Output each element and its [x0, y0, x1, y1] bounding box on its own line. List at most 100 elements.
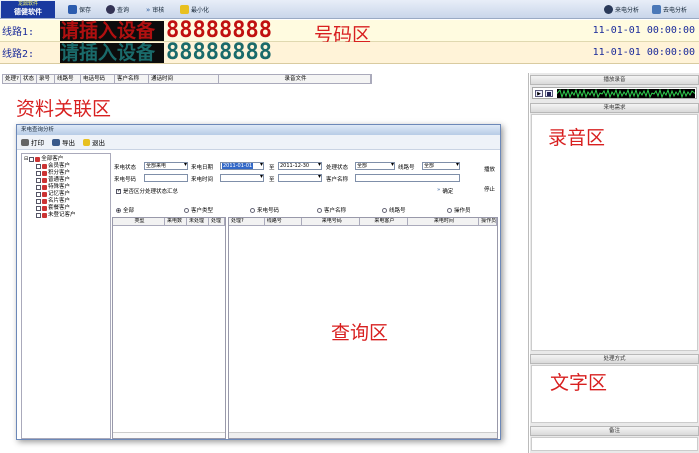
logo-line1: 龙鼎软件: [17, 1, 38, 7]
incoming-status-select[interactable]: 全部来电: [144, 162, 188, 170]
col-count[interactable]: 来电数: [165, 218, 187, 225]
minimize-button[interactable]: 最小化: [180, 4, 209, 15]
col-recording-file[interactable]: 录音文件: [219, 75, 371, 83]
col-phone[interactable]: 电话号码: [81, 75, 115, 83]
app-logo: 龙鼎软件 德健软件: [1, 1, 55, 18]
tree-item-package[interactable]: 套餐客户: [36, 205, 70, 212]
radio-customer-name[interactable]: 客户名称: [317, 206, 346, 214]
export-button[interactable]: 导出: [52, 137, 75, 147]
date-to-select[interactable]: 2011-12-30: [278, 162, 322, 170]
handle-status-select[interactable]: 全部: [355, 162, 395, 170]
outgoing-analysis-button[interactable]: 去电分析: [652, 4, 687, 15]
col-unhandled[interactable]: 未处理: [187, 218, 209, 225]
col-line-no[interactable]: 线路号: [55, 75, 81, 83]
col-detail-phone[interactable]: 来电号码: [302, 218, 361, 225]
line-1-digits: 88888888: [166, 17, 272, 43]
col-handled[interactable]: 处理?: [3, 75, 21, 83]
handling-header: 处理方式: [530, 354, 699, 364]
tree-item-points[interactable]: 积分客户: [36, 170, 70, 177]
incoming-date-label: 来电日期: [191, 165, 214, 171]
collapse-icon: ⊟: [24, 156, 29, 162]
tree-item-unregistered[interactable]: 未登记客户: [36, 212, 76, 219]
radio-customer-type[interactable]: 客户类型: [184, 206, 213, 214]
incoming-request-text[interactable]: 录音区: [531, 114, 698, 351]
col-detail-customer[interactable]: 来电客户: [360, 218, 408, 225]
radio-operator[interactable]: 操作员: [447, 206, 471, 214]
stop-recording-button[interactable]: 停止: [484, 185, 495, 193]
tree-item-special[interactable]: 特殊客户: [36, 184, 70, 191]
checkbox-icon: [36, 199, 41, 204]
checkbox-icon: [36, 192, 41, 197]
col-detail-line[interactable]: 线路号: [265, 218, 303, 225]
col-detail-operator[interactable]: 操作员: [479, 218, 497, 225]
col-call-time[interactable]: 通话时间: [149, 75, 219, 83]
user-icon: [604, 5, 613, 14]
play-recording-button[interactable]: 播放: [484, 165, 495, 173]
remark-text[interactable]: [531, 437, 698, 451]
summary-table: 类型 来电数 未处理 处理: [112, 217, 226, 439]
exit-icon: [83, 138, 90, 146]
incoming-request-header: 来电需求: [530, 103, 699, 113]
col-handled-count[interactable]: 处理: [209, 218, 225, 225]
summary-table-header: 类型 来电数 未处理 处理: [113, 218, 225, 226]
col-status[interactable]: 状态: [21, 75, 37, 83]
customer-icon: [42, 206, 47, 211]
player-bar: ▶: [532, 87, 697, 99]
exit-button[interactable]: 退出: [83, 137, 105, 147]
data-zone-label: 资料关联区: [16, 98, 112, 120]
checkbox-icon: [36, 213, 41, 218]
customer-icon: [42, 213, 47, 218]
horizontal-scrollbar[interactable]: [229, 432, 497, 438]
col-type[interactable]: 类型: [113, 218, 165, 225]
customer-icon: [42, 199, 47, 204]
detail-table-header: 处理? 线路号 来电号码 来电客户 来电时间 操作员: [229, 218, 497, 226]
incoming-analysis-button[interactable]: 来电分析: [604, 4, 639, 15]
customer-icon: [35, 157, 41, 162]
line-no-select[interactable]: 全部: [422, 162, 460, 170]
audit-button[interactable]: » 审核: [146, 4, 164, 15]
customer-name-label: 客户名称: [326, 177, 349, 183]
to-label-2: 至: [269, 177, 275, 183]
print-button[interactable]: 打印: [21, 137, 44, 147]
radio-all[interactable]: 全部: [116, 206, 134, 214]
checkbox-icon: [36, 178, 41, 183]
playback-header: 播放录音: [530, 75, 699, 85]
dialog-toolbar: 打印 导出 退出: [17, 135, 500, 150]
col-detail-time[interactable]: 来电时间: [408, 218, 480, 225]
tree-item-card[interactable]: 名片客户: [36, 198, 70, 205]
minimize-icon: [180, 5, 189, 14]
customer-tree: ⊟ 全部客户 会员客户 积分客户 普通客户 特殊客户 记忆客户 名片客户 套餐客户…: [21, 153, 111, 439]
tree-item-member[interactable]: 会员客户: [36, 163, 70, 170]
play-button[interactable]: ▶: [535, 90, 543, 97]
time-from-select[interactable]: [220, 174, 264, 182]
tree-item-all[interactable]: ⊟ 全部客户: [24, 156, 63, 163]
waveform[interactable]: [556, 88, 696, 99]
stop-button[interactable]: [545, 90, 553, 97]
check-icon: ✓: [116, 187, 122, 194]
customer-name-input[interactable]: [355, 174, 460, 182]
tree-item-memory[interactable]: 记忆客户: [36, 191, 70, 198]
recording-zone-label: 录音区: [548, 127, 606, 149]
summary-checkbox[interactable]: ✓ 是否区分处理状态汇总: [116, 187, 178, 195]
handle-status-label: 处理状态: [326, 165, 349, 171]
handling-text[interactable]: 文字区: [531, 365, 698, 423]
radio-phone[interactable]: 来电号码: [250, 206, 279, 214]
confirm-button[interactable]: » 确定: [437, 187, 453, 195]
radio-line-no[interactable]: 线路号: [382, 206, 406, 214]
customer-icon: [42, 164, 47, 169]
phone-input[interactable]: [144, 174, 188, 182]
query-button[interactable]: 查询: [106, 4, 129, 15]
radio-on-icon: [116, 207, 121, 213]
time-to-select[interactable]: [278, 174, 322, 182]
line-1-prompt: 请插入设备: [60, 20, 164, 41]
text-zone-label: 文字区: [550, 372, 608, 394]
line-2-digits: 88888888: [166, 39, 272, 65]
col-customer[interactable]: 客户名称: [115, 75, 149, 83]
col-detail-handled[interactable]: 处理?: [229, 218, 265, 225]
save-button[interactable]: 保存: [68, 4, 91, 15]
date-from-select[interactable]: 2011-01-01: [220, 162, 264, 170]
col-record-no[interactable]: 录号: [37, 75, 55, 83]
tree-item-normal[interactable]: 普通客户: [36, 177, 70, 184]
checkbox-icon: [36, 171, 41, 176]
radio-off-icon: [447, 207, 452, 213]
